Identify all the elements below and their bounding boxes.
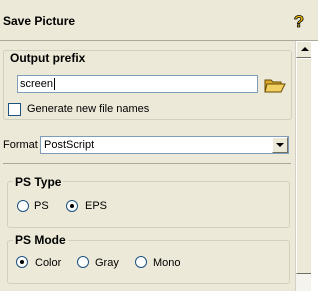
ps-type-ps-label: PS — [34, 200, 49, 212]
question-mark-icon[interactable]: ? — [292, 12, 306, 30]
panel-title: Save Picture — [3, 14, 76, 28]
ps-mode-gray-label: Gray — [95, 257, 119, 269]
ps-mode-gray-radio[interactable] — [77, 256, 89, 268]
panel-content: Output prefix screen Generate new file n… — [0, 41, 295, 291]
panel-header: Save Picture ? — [0, 0, 318, 40]
ps-mode-color-label: Color — [35, 257, 62, 269]
ps-type-eps-radio[interactable] — [66, 200, 78, 212]
right-edge — [311, 41, 318, 291]
svg-text:?: ? — [294, 12, 304, 30]
scrollbar-thumb[interactable] — [296, 58, 312, 274]
ps-mode-color-radio[interactable] — [16, 256, 28, 268]
generate-names-label: Generate new file names — [27, 103, 150, 115]
scroll-up-arrow-icon[interactable] — [296, 41, 312, 58]
ps-mode-mono-label: Mono — [153, 257, 181, 269]
format-separator — [3, 163, 291, 164]
ps-type-ps-radio[interactable] — [17, 200, 29, 212]
text-caret — [54, 78, 56, 90]
chevron-down-icon[interactable] — [272, 137, 288, 153]
save-picture-panel: Save Picture ? Output prefix screen Gene… — [0, 0, 318, 291]
folder-open-icon[interactable] — [264, 76, 286, 94]
generate-names-checkbox[interactable] — [8, 103, 21, 116]
ps-mode-mono-radio[interactable] — [135, 256, 147, 268]
format-label: Format — [3, 139, 38, 151]
ps-type-eps-label: EPS — [85, 200, 108, 212]
ps-mode-group-label: PS Mode — [13, 233, 68, 247]
vertical-scrollbar[interactable] — [295, 41, 312, 291]
output-prefix-input[interactable]: screen — [17, 75, 258, 93]
format-selected-value: PostScript — [44, 139, 95, 151]
output-prefix-group-label: Output prefix — [8, 51, 88, 65]
format-select[interactable]: PostScript — [40, 136, 289, 154]
ps-type-group-label: PS Type — [13, 175, 64, 189]
output-prefix-value: screen — [20, 78, 54, 90]
